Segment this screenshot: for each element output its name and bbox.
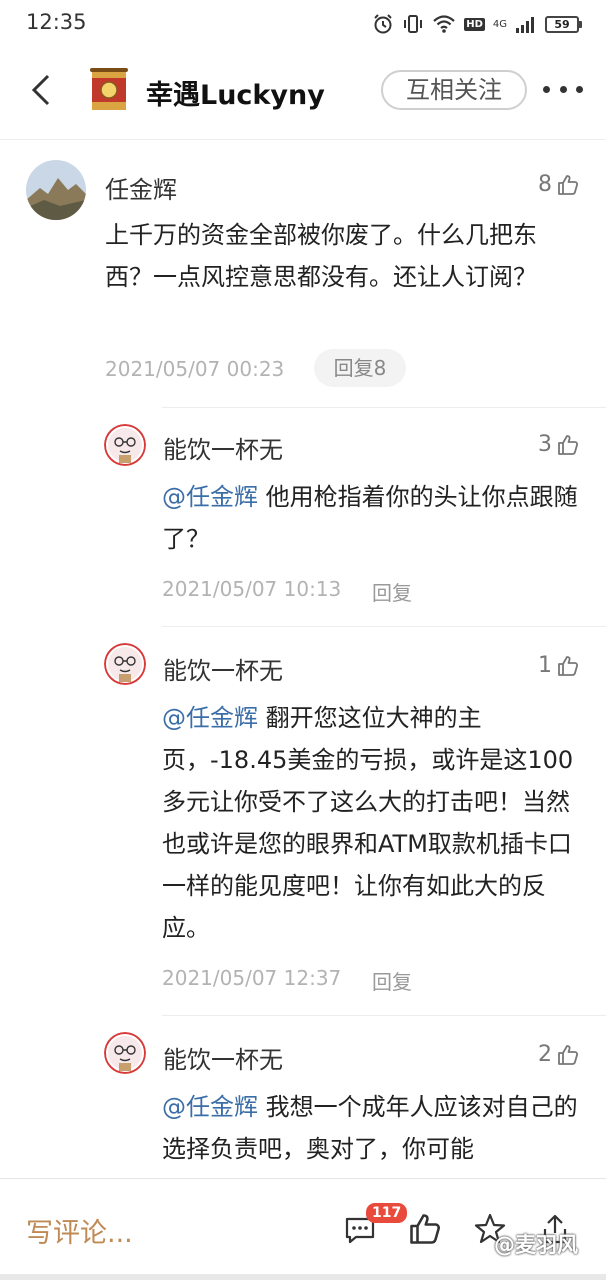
header-avatar[interactable] xyxy=(88,66,130,112)
bottom-bar: 写评论... 117 @麦羽风 xyxy=(0,1178,606,1280)
comment-time: 2021/05/07 10:13 xyxy=(162,577,342,601)
network-type: 4G xyxy=(492,18,507,30)
mention-link[interactable]: @任金辉 xyxy=(162,704,258,732)
page-title: 幸遇Luckyny xyxy=(146,80,325,111)
battery-icon: 59 xyxy=(545,15,582,33)
avatar[interactable] xyxy=(104,424,146,466)
avatar[interactable] xyxy=(104,643,146,685)
thumb-up-icon xyxy=(558,1044,579,1065)
thumb-up-icon xyxy=(558,655,579,676)
comment-text: @任金辉 我想一个成年人应该对自己的选择负责吧，奥对了，你可能 xyxy=(162,1086,578,1170)
status-bar: 12:35 HD 4G 59 xyxy=(0,0,606,48)
comment-author[interactable]: 任金辉 xyxy=(105,170,177,205)
comment-body: 翻开您这位大神的主页，-18.45美金的亏损，或许是这100多元让你受不了这么大… xyxy=(162,704,574,942)
reply-item: 能饮一杯无 3 @任金辉 他用枪指着你的头让你点跟随了？ 2021/05/07 … xyxy=(0,408,606,626)
avatar[interactable] xyxy=(104,1032,146,1074)
status-icons: HD 4G 59 xyxy=(372,12,582,36)
like-count-value: 8 xyxy=(538,172,552,197)
battery-level: 59 xyxy=(545,15,579,33)
avatar[interactable] xyxy=(26,160,86,220)
header: 幸遇Luckyny 互相关注 xyxy=(0,48,606,140)
alarm-icon xyxy=(374,14,392,34)
comment-time: 2021/05/07 00:23 xyxy=(105,357,285,381)
reply-button[interactable]: 回复 xyxy=(372,577,412,606)
status-time: 12:35 xyxy=(26,10,87,34)
like-count-value: 1 xyxy=(538,653,552,678)
like-count-value: 3 xyxy=(538,432,552,457)
like-count[interactable]: 1 xyxy=(538,653,580,678)
signal-icon xyxy=(516,17,534,33)
mention-link[interactable]: @任金辉 xyxy=(162,1093,258,1121)
comment-text: 上千万的资金全部被你废了。什么几把东西？一点风控意思都没有。还让人订阅？ xyxy=(105,221,537,291)
reply-item: 能饮一杯无 2 @任金辉 我想一个成年人应该对自己的选择负责吧，奥对了，你可能 xyxy=(0,1016,606,1178)
wifi-icon xyxy=(433,15,455,33)
comment-author[interactable]: 能饮一杯无 xyxy=(163,430,283,465)
main-comment: 任金辉 8 上千万的资金全部被你废了。什么几把东西？一点风控意思都没有。还让人订… xyxy=(0,140,606,408)
comment-time: 2021/05/07 12:37 xyxy=(162,966,342,990)
more-dot xyxy=(559,85,567,93)
reply-button[interactable]: 回复 xyxy=(372,966,412,995)
thumb-up-icon xyxy=(558,434,579,455)
comment-text: @任金辉 翻开您这位大神的主页，-18.45美金的亏损，或许是这100多元让你受… xyxy=(162,697,578,949)
back-button[interactable] xyxy=(22,70,62,110)
hd-badge: HD xyxy=(464,17,485,31)
comment-text: @任金辉 他用枪指着你的头让你点跟随了？ xyxy=(162,476,578,560)
like-icon[interactable] xyxy=(407,1211,443,1247)
like-count[interactable]: 8 xyxy=(538,172,580,197)
more-button[interactable] xyxy=(543,74,583,104)
bottom-edge xyxy=(0,1274,606,1280)
watermark: @麦羽风 xyxy=(494,1233,578,1257)
write-comment-input[interactable]: 写评论... xyxy=(26,1211,133,1250)
comment-count-badge: 117 xyxy=(366,1203,408,1223)
thumb-up-icon xyxy=(558,174,579,195)
like-count[interactable]: 3 xyxy=(538,432,580,457)
reply-count-button[interactable]: 回复8 xyxy=(314,349,406,387)
more-dot xyxy=(576,85,583,93)
comment-author[interactable]: 能饮一杯无 xyxy=(163,1040,283,1075)
follow-button[interactable]: 互相关注 xyxy=(381,70,527,110)
like-count[interactable]: 2 xyxy=(538,1042,580,1067)
more-dot xyxy=(543,85,550,93)
mention-link[interactable]: @任金辉 xyxy=(162,483,258,511)
like-count-value: 2 xyxy=(538,1042,552,1067)
comment-author[interactable]: 能饮一杯无 xyxy=(163,651,283,686)
vibrate-icon xyxy=(404,15,423,33)
reply-item: 能饮一杯无 1 @任金辉 翻开您这位大神的主页，-18.45美金的亏损，或许是这… xyxy=(0,627,606,1015)
